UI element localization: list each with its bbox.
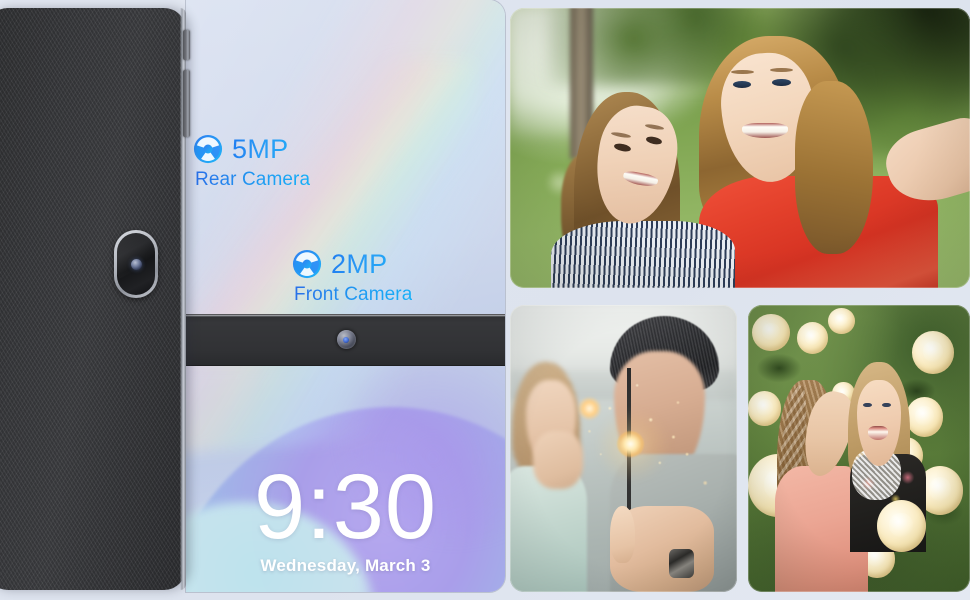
clock-date: Wednesday, March 3 xyxy=(260,556,431,575)
spec-label-rear: Rear Camera xyxy=(195,169,311,190)
aperture-icon xyxy=(292,249,322,279)
photo-content-sparkler xyxy=(510,305,737,592)
photo-vignette xyxy=(510,305,737,592)
spec-row-front: 2MP xyxy=(292,249,412,279)
photo-vignette xyxy=(510,8,970,288)
aperture-icon xyxy=(193,134,223,164)
spec-callout-front-camera: 2MP Front Camera xyxy=(292,249,412,306)
tablet-composition: 5MP Rear Camera 2MP Front Camera 9:30 We… xyxy=(0,0,505,600)
rear-camera-module xyxy=(114,230,158,298)
photo-content-roses xyxy=(748,305,970,592)
sample-photo-grid xyxy=(510,0,970,600)
photo-mother-daughter-roses xyxy=(748,305,970,592)
spec-megapixels-front: 2MP xyxy=(331,248,388,279)
spec-megapixels-rear: 5MP xyxy=(232,133,289,164)
product-banner: 5MP Rear Camera 2MP Front Camera 9:30 We… xyxy=(0,0,970,600)
power-button[interactable] xyxy=(183,30,190,60)
lockscreen-clock: 9:30 Wednesday, March 3 xyxy=(186,455,505,576)
volume-button[interactable] xyxy=(183,70,190,137)
tablet-front-screen: 5MP Rear Camera 2MP Front Camera 9:30 We… xyxy=(186,0,505,592)
tablet-back-panel xyxy=(0,8,190,590)
photo-father-daughter-sparkler xyxy=(510,305,737,592)
spec-callout-rear-camera: 5MP Rear Camera xyxy=(193,134,310,191)
spec-label-front: Front Camera xyxy=(294,284,413,305)
front-camera-lens-icon xyxy=(336,330,356,349)
rear-camera-lens-icon xyxy=(130,258,142,270)
rear-camera-glass xyxy=(117,233,155,295)
spec-row-rear: 5MP xyxy=(193,134,310,164)
photo-vignette xyxy=(748,305,970,592)
photo-two-girls-park-selfie xyxy=(510,8,970,288)
tablet-bezel-band xyxy=(186,314,505,366)
photo-content-selfie xyxy=(510,8,970,288)
clock-time: 9:30 xyxy=(253,455,438,558)
